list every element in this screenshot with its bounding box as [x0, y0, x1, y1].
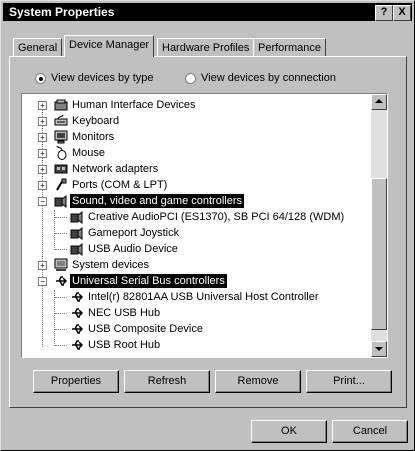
tree-item-label: Keyboard [72, 115, 120, 127]
scroll-up-button[interactable] [371, 94, 387, 110]
port-icon [56, 178, 67, 191]
tree-item-ports[interactable]: + Ports (COM & LPT) [22, 177, 362, 193]
tab-device-manager[interactable]: Device Manager [64, 35, 155, 57]
tree-item-intel-usb-host-controller[interactable]: Intel(r) 82801AA USB Universal Host Cont… [22, 289, 362, 305]
help-button[interactable]: ? [375, 5, 393, 21]
sound-device-icon [70, 227, 83, 240]
usb-device-icon [72, 340, 84, 350]
expand-icon[interactable]: + [38, 261, 47, 270]
tree-item-creative-audiopci[interactable]: Creative AudioPCI (ES1370), SB PCI 64/12… [22, 209, 362, 225]
tree-item-label: Gameport Joystick [88, 227, 180, 239]
scroll-down-button[interactable] [371, 341, 387, 357]
tree-item-system-devices[interactable]: + System devices [22, 257, 362, 273]
tree-item-mouse[interactable]: + Mouse [22, 145, 362, 161]
vertical-scrollbar[interactable] [371, 94, 387, 357]
expand-icon[interactable]: + [38, 181, 47, 190]
tree-item-usb-audio-device[interactable]: USB Audio Device [22, 241, 362, 257]
system-properties-window: System Properties ? X General Device Man… [0, 0, 415, 451]
down-arrow-icon [375, 347, 383, 351]
sound-device-icon [70, 211, 83, 224]
tree-connector [55, 313, 67, 314]
tab-general[interactable]: General [13, 38, 63, 57]
tree-item-label: USB Composite Device [88, 323, 203, 335]
tree-item-label: Network adapters [72, 163, 159, 175]
sound-device-icon [70, 243, 83, 256]
tree-item-sound-video-game[interactable]: − Sound, video and game controllers [22, 193, 362, 209]
tree-item-usb-root-hub[interactable]: USB Root Hub [22, 337, 362, 353]
system-devices-icon [54, 258, 68, 271]
tree-connector [55, 217, 67, 218]
tree-item-usb-controllers[interactable]: − Universal Serial Bus controllers [22, 273, 362, 289]
tree-item-label: NEC USB Hub [88, 307, 161, 319]
tree-connector [55, 249, 67, 250]
tree-item-label: Ports (COM & LPT) [72, 179, 168, 191]
tree-item-label-selected: Universal Serial Bus controllers [70, 274, 227, 288]
sound-icon [54, 195, 67, 208]
print-button[interactable]: Print... [306, 370, 392, 393]
tree-item-label: System devices [72, 259, 150, 271]
tree-item-label: Mouse [72, 147, 106, 159]
tree-item-label: Creative AudioPCI (ES1370), SB PCI 64/12… [88, 211, 345, 223]
tree-item-label: Monitors [72, 131, 115, 143]
tree-connector [55, 297, 67, 298]
tree-item-label: USB Audio Device [88, 243, 178, 255]
radio-view-by-connection[interactable] [185, 73, 196, 84]
expand-icon[interactable]: + [38, 101, 47, 110]
device-tree[interactable]: + Human Interface Devices + Keyboard + M… [21, 93, 388, 358]
tab-hardware-profiles[interactable]: Hardware Profiles [157, 38, 255, 57]
hid-icon [54, 99, 68, 111]
tree-item-label: Intel(r) 82801AA USB Universal Host Cont… [88, 291, 319, 303]
network-adapter-icon [54, 164, 68, 174]
tree-connector [55, 329, 67, 330]
tree-item-label-selected: Sound, video and game controllers [70, 194, 244, 208]
usb-device-icon [72, 308, 84, 318]
tab-performance[interactable]: Performance [253, 38, 326, 57]
ok-button[interactable]: OK [251, 420, 327, 443]
radio-view-by-type[interactable] [35, 73, 46, 84]
expand-icon[interactable]: + [38, 165, 47, 174]
expand-icon[interactable]: + [38, 117, 47, 126]
tree-item-network-adapters[interactable]: + Network adapters [22, 161, 362, 177]
radio-view-by-type-label[interactable]: View devices by type [51, 72, 154, 84]
tree-connector [55, 233, 67, 234]
usb-device-icon [72, 292, 84, 302]
tree-item-label: Human Interface Devices [72, 99, 196, 111]
expand-icon[interactable]: + [38, 149, 47, 158]
tree-item-monitors[interactable]: + Monitors [22, 129, 362, 145]
remove-button[interactable]: Remove [215, 370, 301, 393]
scroll-thumb[interactable] [371, 178, 387, 330]
collapse-icon[interactable]: − [38, 277, 47, 286]
mouse-icon [56, 146, 67, 160]
monitor-icon [54, 130, 68, 144]
close-button[interactable]: X [393, 5, 411, 21]
tree-item-nec-usb-hub[interactable]: NEC USB Hub [22, 305, 362, 321]
collapse-icon[interactable]: − [38, 197, 47, 206]
properties-button[interactable]: Properties [33, 370, 119, 393]
tree-item-usb-composite-device[interactable]: USB Composite Device [22, 321, 362, 337]
tree-item-label: USB Root Hub [88, 339, 161, 351]
radio-selected-dot [39, 77, 43, 81]
radio-view-by-connection-label[interactable]: View devices by connection [201, 72, 336, 84]
keyboard-icon [54, 114, 68, 126]
tree-item-keyboard[interactable]: + Keyboard [22, 113, 362, 129]
expand-icon[interactable]: + [38, 133, 47, 142]
usb-device-icon [72, 324, 84, 334]
cancel-button[interactable]: Cancel [332, 420, 408, 443]
title-bar[interactable]: System Properties ? X [3, 3, 412, 21]
tree-connector [55, 345, 67, 346]
usb-icon [56, 276, 68, 286]
tree-item-human-interface-devices[interactable]: + Human Interface Devices [22, 97, 362, 113]
window-title: System Properties [9, 5, 115, 19]
tree-item-gameport-joystick[interactable]: Gameport Joystick [22, 225, 362, 241]
up-arrow-icon [375, 99, 383, 103]
refresh-button[interactable]: Refresh [124, 370, 210, 393]
